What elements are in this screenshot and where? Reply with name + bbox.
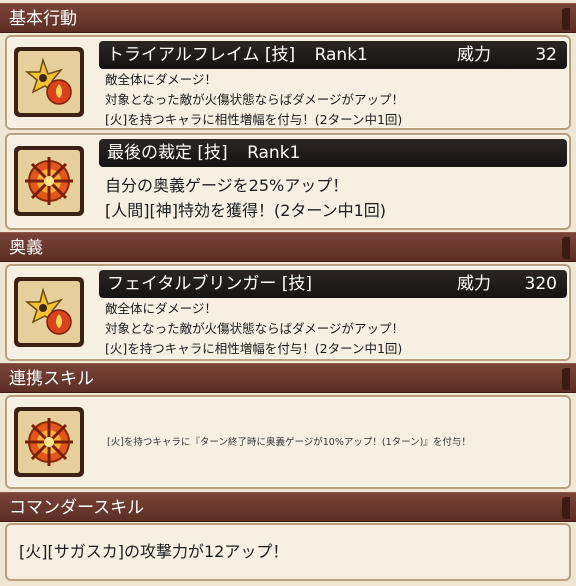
section-title: 基本行動	[9, 9, 77, 29]
skill-name: トライアルフレイム [技]	[107, 45, 296, 65]
skill-name: フェイタルブリンガー [技]	[107, 274, 312, 294]
link-skill-description: [火]を持つキャラに『ターン終了時に奥義ゲージが10%アップ！(1ターン)』を付…	[107, 437, 471, 448]
skill-card-trial-flame[interactable]: トライアルフレイム [技] Rank1 威力 32 敵全体にダメージ！ 対象とな…	[5, 35, 571, 130]
shuriken-fire-icon	[18, 281, 80, 343]
skill-rank: Rank1	[314, 45, 368, 65]
skill-icon-frame	[14, 277, 84, 347]
skill-icon-frame	[14, 407, 84, 477]
fire-sigil-icon	[18, 150, 80, 212]
header-edge	[562, 497, 570, 519]
description-line: 対象となった敵が火傷状態ならばダメージがアップ！	[105, 92, 405, 107]
description-line: 自分の奥義ゲージを25%アップ！	[105, 176, 349, 195]
skill-title-bar: 最後の裁定 [技] Rank1	[99, 139, 567, 167]
header-edge	[562, 8, 570, 30]
commander-skill-description: [火][サガスカ]の攻撃力が12アップ！	[19, 542, 289, 561]
commander-skill-card[interactable]: [火][サガスカ]の攻撃力が12アップ！	[5, 523, 571, 581]
link-skill-card[interactable]: [火]を持つキャラに『ターン終了時に奥義ゲージが10%アップ！(1ターン)』を付…	[5, 395, 571, 489]
skill-name: 最後の裁定 [技]	[107, 143, 228, 163]
section-header-ougi: 奥義	[0, 232, 576, 262]
description-line: [火]を持つキャラに相性増幅を付与！(2ターン中1回)	[105, 112, 403, 127]
skill-icon-frame	[14, 146, 84, 216]
power-label: 威力	[457, 45, 491, 65]
skill-card-final-judgment[interactable]: 最後の裁定 [技] Rank1 自分の奥義ゲージを25%アップ！ [人間][神]…	[5, 133, 571, 230]
section-title: 連携スキル	[9, 369, 94, 389]
skill-description: 敵全体にダメージ！ 対象となった敵が火傷状態ならばダメージがアップ！ [火]を持…	[105, 299, 404, 359]
skill-description: 敵全体にダメージ！ 対象となった敵が火傷状態ならばダメージがアップ！ [火]を持…	[105, 70, 404, 130]
header-edge	[562, 368, 570, 390]
section-title: コマンダースキル	[9, 498, 145, 518]
skill-icon-frame	[14, 47, 84, 117]
section-title: 奥義	[9, 238, 43, 258]
power-label: 威力	[457, 274, 491, 294]
description-line: 敵全体にダメージ！	[105, 72, 217, 87]
fire-sigil-icon	[18, 411, 80, 473]
power-value: 320	[524, 274, 557, 294]
power-value: 32	[535, 45, 557, 65]
description-line: [火]を持つキャラに相性増幅を付与！(2ターン中1回)	[105, 341, 403, 356]
header-edge	[562, 237, 570, 259]
section-header-basic-actions: 基本行動	[0, 3, 576, 33]
description-line: 対象となった敵が火傷状態ならばダメージがアップ！	[105, 321, 405, 336]
description-line: 敵全体にダメージ！	[105, 301, 217, 316]
skill-rank: Rank1	[247, 143, 301, 163]
skill-card-fatal-bringer[interactable]: フェイタルブリンガー [技] 威力 320 敵全体にダメージ！ 対象となった敵が…	[5, 264, 571, 361]
section-header-link-skill: 連携スキル	[0, 363, 576, 393]
description-line: [人間][神]特効を獲得！(2ターン中1回)	[105, 201, 387, 220]
skill-description: 自分の奥義ゲージを25%アップ！ [人間][神]特効を獲得！(2ターン中1回)	[105, 173, 386, 223]
shuriken-fire-icon	[18, 51, 80, 113]
skill-title-bar: トライアルフレイム [技] Rank1 威力 32	[99, 41, 567, 69]
skill-title-bar: フェイタルブリンガー [技] 威力 320	[99, 270, 567, 298]
section-header-commander-skill: コマンダースキル	[0, 492, 576, 522]
